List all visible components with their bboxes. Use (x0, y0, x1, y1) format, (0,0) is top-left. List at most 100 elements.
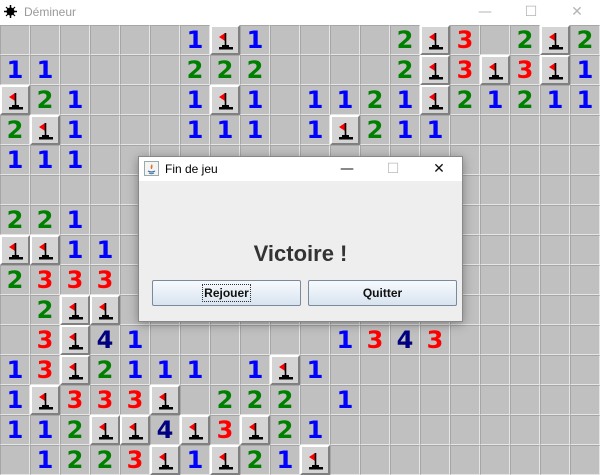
number-cell[interactable]: 2 (240, 55, 270, 85)
empty-cell[interactable] (330, 355, 360, 385)
empty-cell[interactable] (540, 355, 570, 385)
number-cell[interactable]: 2 (180, 55, 210, 85)
number-cell[interactable]: 3 (30, 265, 60, 295)
number-cell[interactable]: 2 (90, 355, 120, 385)
number-cell[interactable]: 2 (360, 85, 390, 115)
flagged-cell[interactable] (120, 415, 150, 445)
empty-cell[interactable] (90, 25, 120, 55)
number-cell[interactable]: 1 (0, 385, 30, 415)
empty-cell[interactable] (390, 415, 420, 445)
number-cell[interactable]: 3 (30, 325, 60, 355)
number-cell[interactable]: 1 (240, 115, 270, 145)
number-cell[interactable]: 1 (0, 355, 30, 385)
number-cell[interactable]: 1 (330, 85, 360, 115)
empty-cell[interactable] (540, 235, 570, 265)
number-cell[interactable]: 2 (240, 445, 270, 475)
empty-cell[interactable] (540, 295, 570, 325)
empty-cell[interactable] (480, 235, 510, 265)
number-cell[interactable]: 2 (0, 205, 30, 235)
flagged-cell[interactable] (0, 85, 30, 115)
empty-cell[interactable] (480, 25, 510, 55)
empty-cell[interactable] (540, 145, 570, 175)
empty-cell[interactable] (570, 325, 600, 355)
empty-cell[interactable] (510, 385, 540, 415)
number-cell[interactable]: 1 (240, 355, 270, 385)
number-cell[interactable]: 1 (180, 445, 210, 475)
number-cell[interactable]: 3 (120, 445, 150, 475)
empty-cell[interactable] (120, 55, 150, 85)
number-cell[interactable]: 2 (390, 55, 420, 85)
number-cell[interactable]: 3 (450, 25, 480, 55)
empty-cell[interactable] (90, 205, 120, 235)
empty-cell[interactable] (30, 25, 60, 55)
flagged-cell[interactable] (540, 55, 570, 85)
maximize-button[interactable]: ☐ (508, 0, 554, 25)
number-cell[interactable]: 1 (30, 145, 60, 175)
empty-cell[interactable] (390, 445, 420, 475)
empty-cell[interactable] (420, 445, 450, 475)
number-cell[interactable]: 3 (90, 385, 120, 415)
empty-cell[interactable] (510, 175, 540, 205)
empty-cell[interactable] (540, 115, 570, 145)
empty-cell[interactable] (480, 145, 510, 175)
empty-cell[interactable] (570, 115, 600, 145)
number-cell[interactable]: 4 (90, 325, 120, 355)
empty-cell[interactable] (360, 415, 390, 445)
number-cell[interactable]: 1 (60, 235, 90, 265)
empty-cell[interactable] (0, 25, 30, 55)
empty-cell[interactable] (510, 325, 540, 355)
number-cell[interactable]: 1 (60, 115, 90, 145)
empty-cell[interactable] (390, 355, 420, 385)
empty-cell[interactable] (480, 415, 510, 445)
number-cell[interactable]: 1 (540, 85, 570, 115)
flagged-cell[interactable] (420, 55, 450, 85)
empty-cell[interactable] (540, 385, 570, 415)
empty-cell[interactable] (480, 325, 510, 355)
empty-cell[interactable] (0, 325, 30, 355)
flagged-cell[interactable] (180, 415, 210, 445)
empty-cell[interactable] (360, 385, 390, 415)
number-cell[interactable]: 1 (90, 235, 120, 265)
flagged-cell[interactable] (270, 355, 300, 385)
number-cell[interactable]: 1 (330, 325, 360, 355)
number-cell[interactable]: 1 (180, 25, 210, 55)
number-cell[interactable]: 1 (270, 445, 300, 475)
empty-cell[interactable] (330, 445, 360, 475)
number-cell[interactable]: 1 (210, 115, 240, 145)
number-cell[interactable]: 1 (300, 85, 330, 115)
empty-cell[interactable] (270, 85, 300, 115)
flagged-cell[interactable] (210, 85, 240, 115)
flagged-cell[interactable] (90, 295, 120, 325)
empty-cell[interactable] (570, 175, 600, 205)
empty-cell[interactable] (540, 205, 570, 235)
number-cell[interactable]: 2 (60, 445, 90, 475)
empty-cell[interactable] (480, 175, 510, 205)
empty-cell[interactable] (510, 205, 540, 235)
number-cell[interactable]: 4 (390, 325, 420, 355)
empty-cell[interactable] (510, 145, 540, 175)
empty-cell[interactable] (570, 415, 600, 445)
number-cell[interactable]: 1 (120, 355, 150, 385)
number-cell[interactable]: 3 (30, 355, 60, 385)
number-cell[interactable]: 2 (210, 55, 240, 85)
number-cell[interactable]: 2 (510, 25, 540, 55)
flagged-cell[interactable] (60, 325, 90, 355)
empty-cell[interactable] (450, 115, 480, 145)
number-cell[interactable]: 2 (270, 385, 300, 415)
empty-cell[interactable] (270, 325, 300, 355)
flagged-cell[interactable] (30, 115, 60, 145)
empty-cell[interactable] (420, 415, 450, 445)
empty-cell[interactable] (90, 175, 120, 205)
empty-cell[interactable] (450, 325, 480, 355)
number-cell[interactable]: 3 (210, 415, 240, 445)
number-cell[interactable]: 1 (180, 85, 210, 115)
empty-cell[interactable] (360, 55, 390, 85)
empty-cell[interactable] (450, 385, 480, 415)
empty-cell[interactable] (180, 385, 210, 415)
empty-cell[interactable] (210, 325, 240, 355)
empty-cell[interactable] (90, 145, 120, 175)
number-cell[interactable]: 1 (60, 85, 90, 115)
number-cell[interactable]: 2 (360, 115, 390, 145)
empty-cell[interactable] (540, 265, 570, 295)
empty-cell[interactable] (420, 355, 450, 385)
